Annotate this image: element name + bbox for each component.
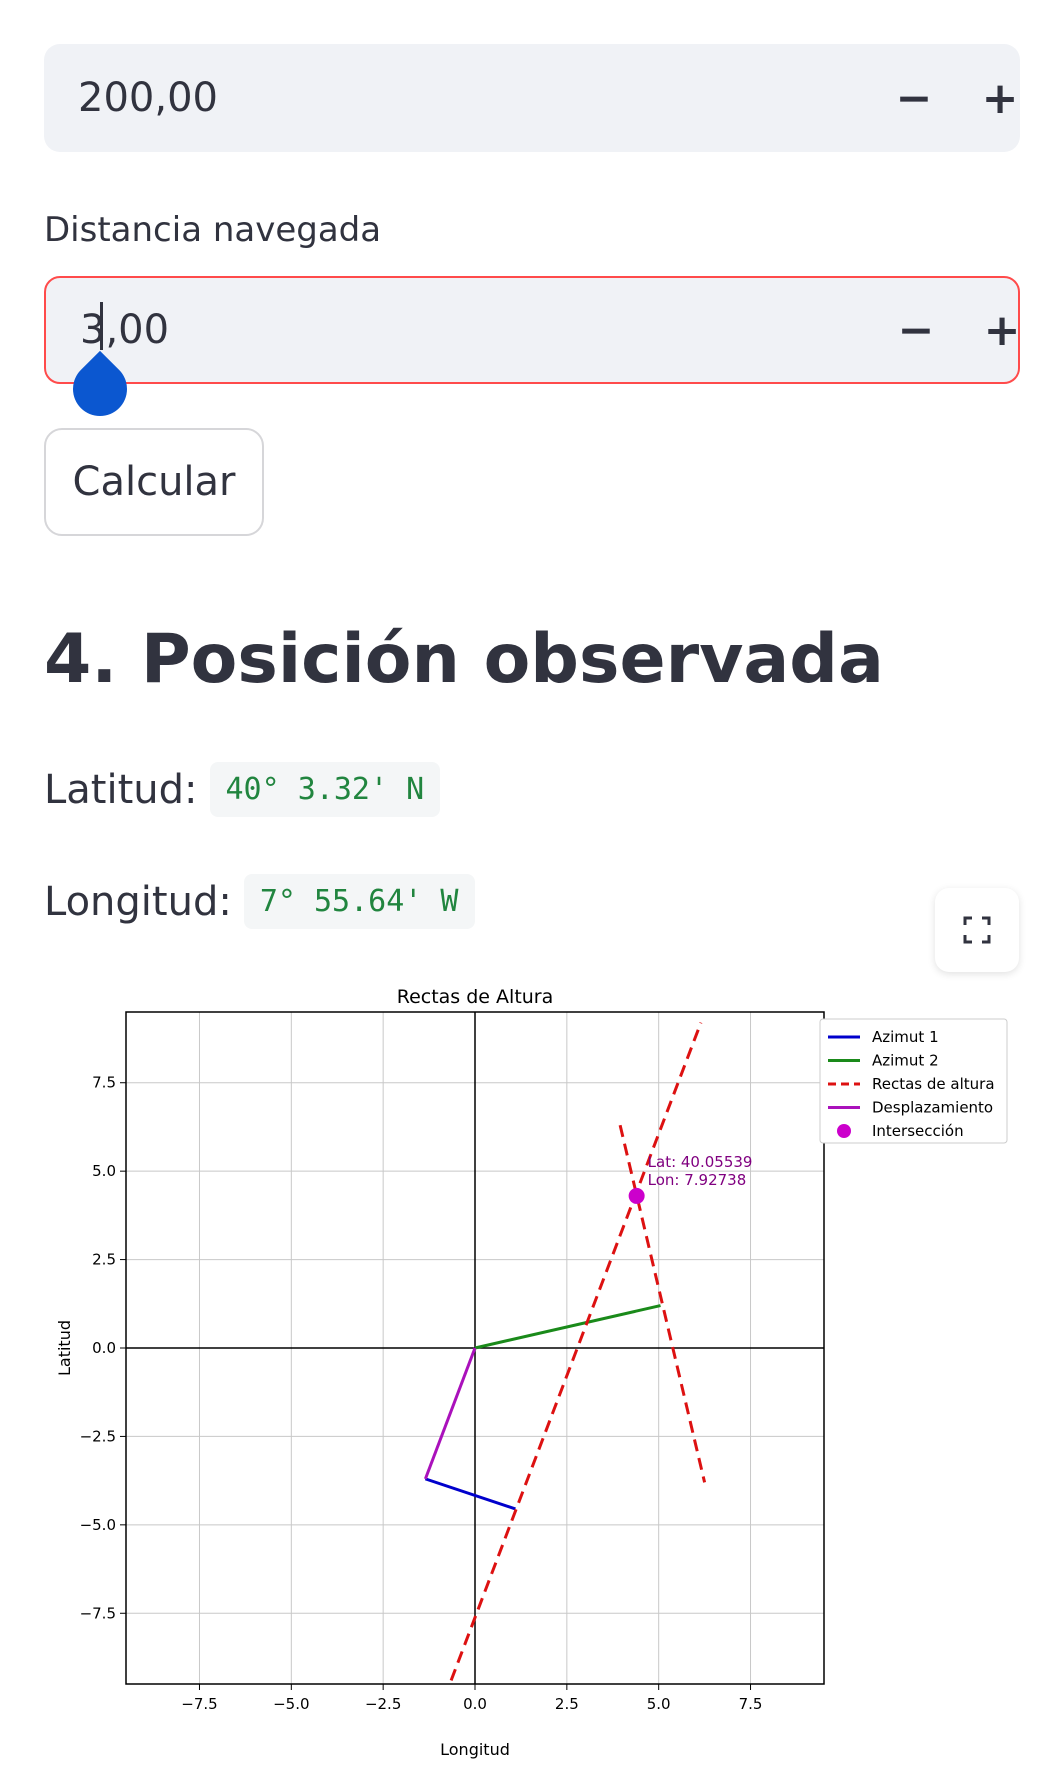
legend-label: Intersección — [872, 1122, 964, 1140]
distance-number-input[interactable]: 3,00 − + — [44, 276, 1020, 384]
expand-icon — [963, 916, 991, 944]
latitude-label: Latitud: — [44, 766, 198, 813]
x-tick-label: −2.5 — [365, 1695, 401, 1713]
y-tick-label: −5.0 — [80, 1516, 116, 1534]
longitude-value: 7° 55.64' W — [243, 874, 475, 929]
intersection-point — [628, 1187, 645, 1204]
legend-label: Azimut 2 — [872, 1052, 939, 1070]
x-tick-label: 0.0 — [463, 1695, 487, 1713]
first-input-value[interactable]: 200,00 — [78, 75, 218, 121]
y-tick-label: 0.0 — [92, 1339, 116, 1357]
distance-decrement-button[interactable]: − — [886, 300, 946, 360]
latitude-row: Latitud: 40° 3.32' N — [44, 762, 441, 817]
legend-label: Desplazamiento — [872, 1099, 993, 1117]
y-tick-label: 5.0 — [92, 1162, 116, 1180]
calculate-button[interactable]: Calcular — [44, 428, 264, 536]
intersection-annotation: Lat: 40.05539 — [648, 1153, 753, 1171]
distance-increment-button[interactable]: + — [972, 300, 1032, 360]
y-axis-ticks: −7.5 −5.0 −2.5 0.0 2.5 5.0 7.5 — [80, 1074, 126, 1622]
legend-marker — [837, 1124, 851, 1138]
altitude-lines-chart: Rectas de Altura Lat: 40.05539Lon: 7.927… — [55, 986, 1008, 1759]
x-axis-label: Longitud — [440, 1740, 510, 1759]
latitude-value: 40° 3.32' N — [209, 762, 441, 817]
distance-input-value[interactable]: 3,00 — [80, 307, 169, 353]
section-title: 4. Posición observada — [44, 620, 884, 699]
x-tick-label: −7.5 — [181, 1695, 217, 1713]
x-tick-label: 7.5 — [739, 1695, 763, 1713]
x-axis-ticks: −7.5 −5.0 −2.5 0.0 2.5 5.0 7.5 — [181, 1684, 762, 1713]
y-tick-label: −2.5 — [80, 1427, 116, 1445]
intersection-annotation: Lon: 7.92738 — [648, 1171, 747, 1189]
chart-title: Rectas de Altura — [397, 986, 554, 1008]
series-line-azimut-1 — [424, 1477, 516, 1511]
text-caret — [100, 302, 103, 350]
series-line-desplazamiento — [424, 1347, 477, 1480]
y-tick-label: −7.5 — [80, 1604, 116, 1622]
first-number-input[interactable]: 200,00 − + — [44, 44, 1020, 152]
distance-label: Distancia navegada — [44, 210, 382, 250]
y-axis-label: Latitud — [55, 1320, 74, 1376]
longitude-label: Longitud: — [44, 878, 232, 925]
first-increment-button[interactable]: + — [970, 68, 1030, 128]
longitude-row: Longitud: 7° 55.64' W — [44, 874, 475, 929]
y-tick-label: 2.5 — [92, 1251, 116, 1269]
first-decrement-button[interactable]: − — [884, 68, 944, 128]
chart-legend: Azimut 1 Azimut 2 Rectas de altura Desplaza… — [819, 1018, 1008, 1144]
x-tick-label: 2.5 — [555, 1695, 579, 1713]
fullscreen-button[interactable] — [935, 888, 1019, 972]
legend-label: Azimut 1 — [872, 1028, 939, 1046]
legend-label: Rectas de altura — [872, 1075, 995, 1093]
series-line-rectas-de-altura — [449, 1022, 703, 1681]
y-tick-label: 7.5 — [92, 1074, 116, 1092]
series-line-azimut-2 — [474, 1304, 661, 1350]
x-tick-label: 5.0 — [647, 1695, 671, 1713]
x-tick-label: −5.0 — [273, 1695, 309, 1713]
